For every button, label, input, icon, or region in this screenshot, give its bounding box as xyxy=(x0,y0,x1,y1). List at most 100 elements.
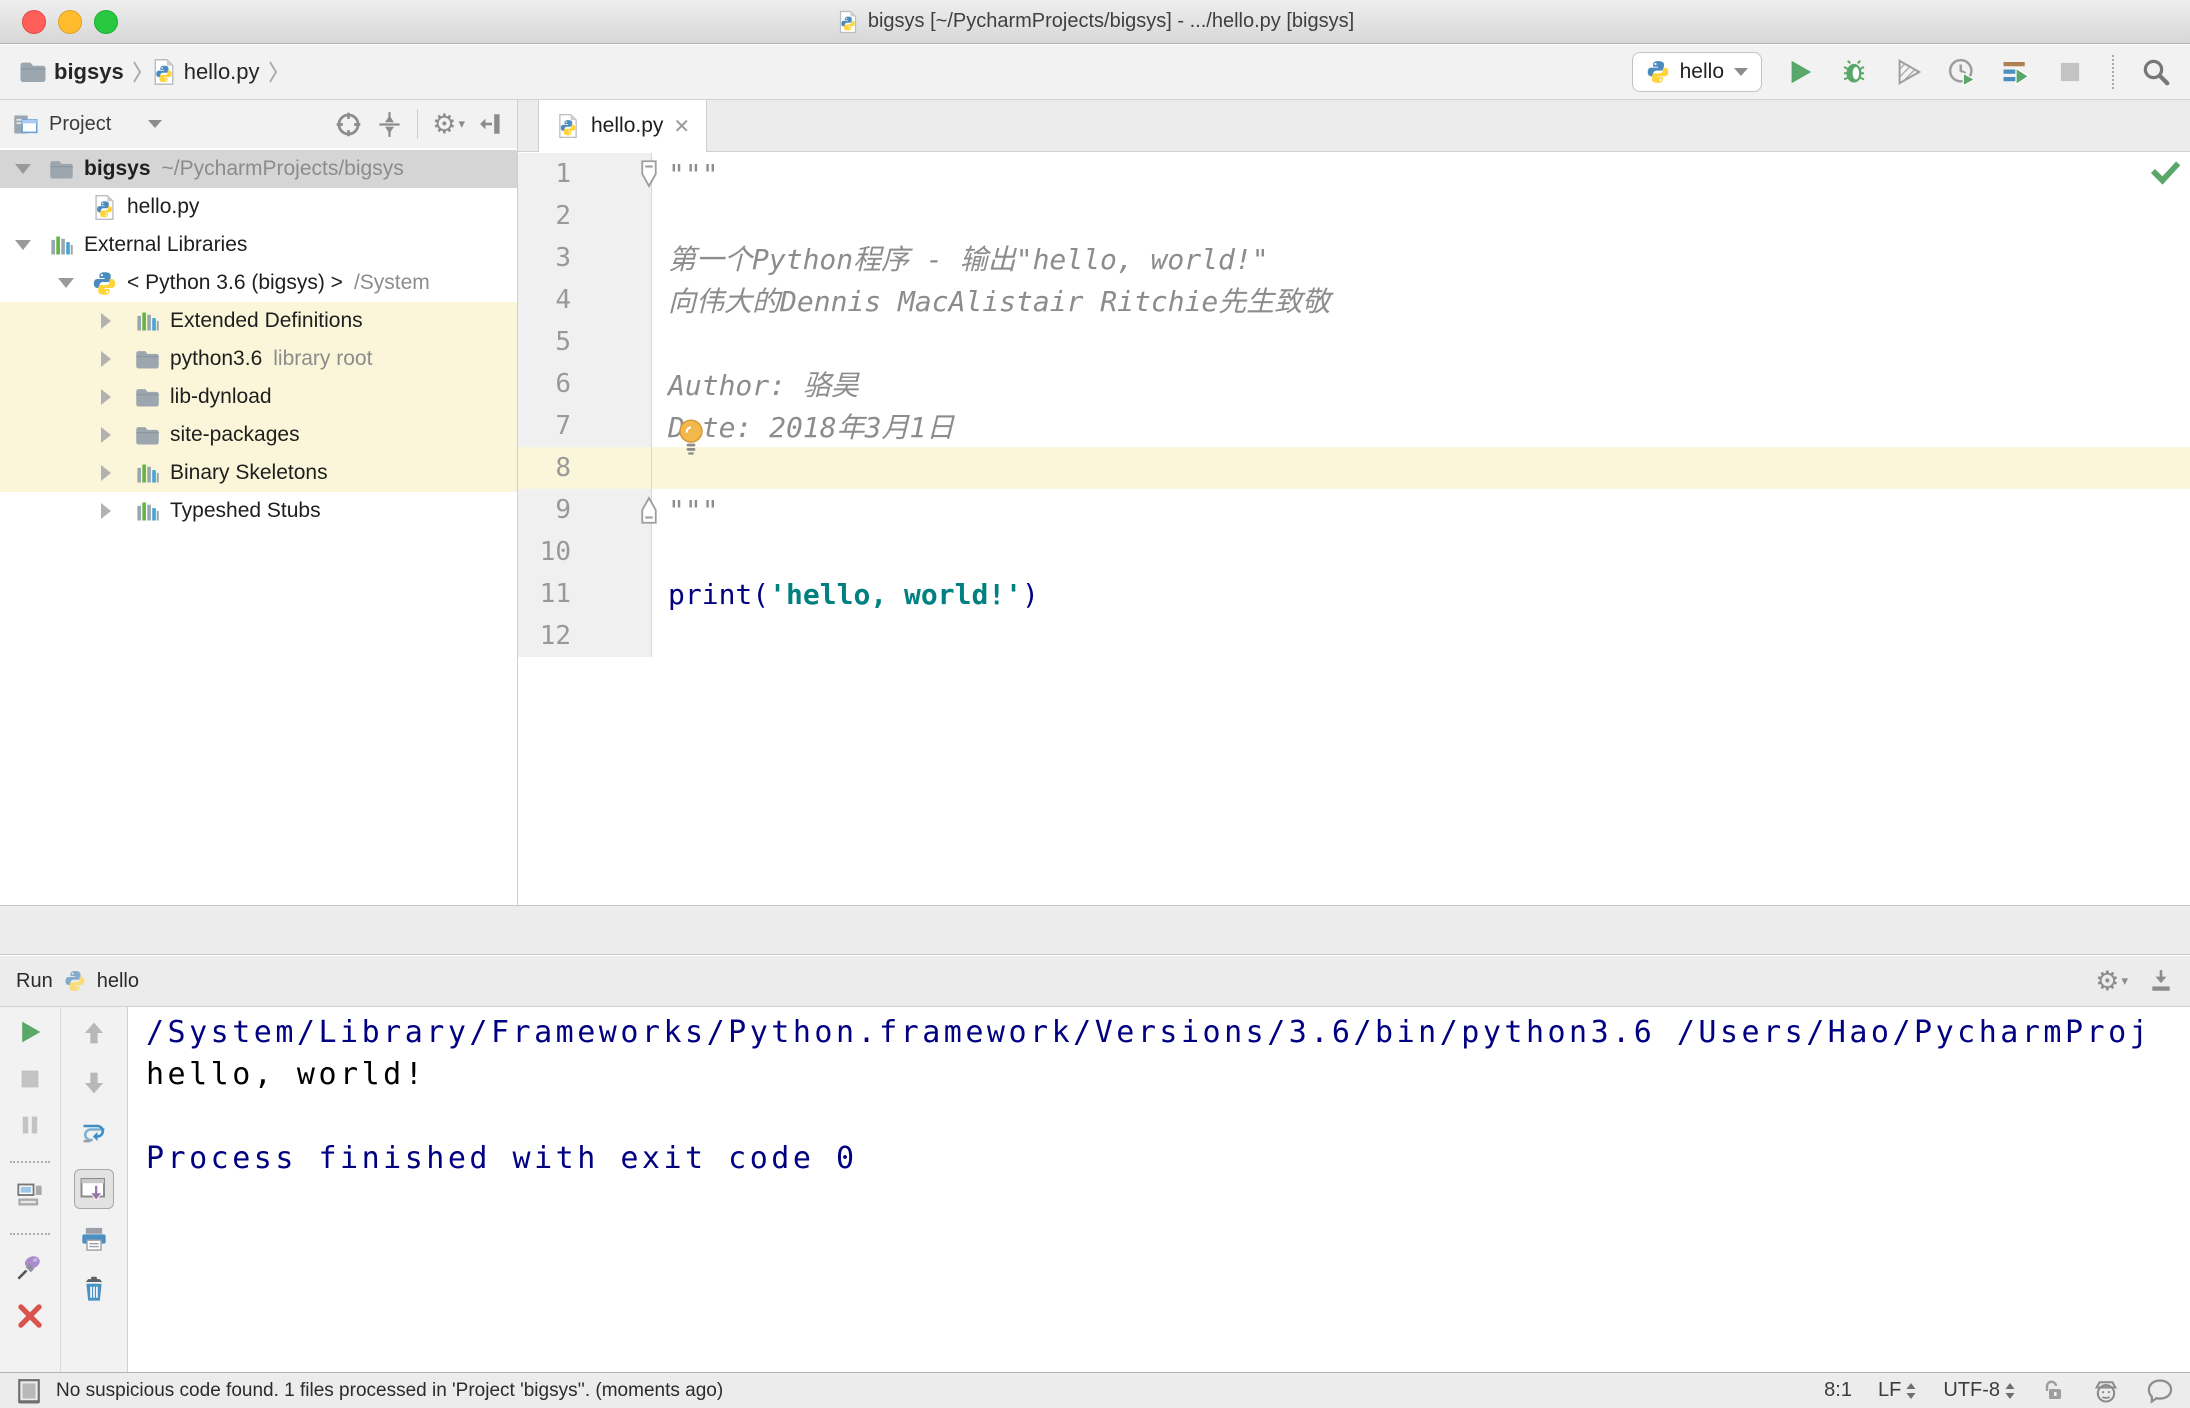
pin-tab-icon[interactable] xyxy=(16,1253,44,1281)
code-line-8[interactable]: 8 xyxy=(518,447,2190,489)
locate-icon[interactable] xyxy=(335,111,362,138)
collapsed-arrow-icon[interactable] xyxy=(91,427,134,443)
code-line-7[interactable]: 7 Date: 2018年3月1日 xyxy=(518,405,2190,447)
run-panel-title[interactable]: Run xyxy=(16,970,53,993)
fold-region-end-icon[interactable] xyxy=(638,495,660,525)
line-number[interactable]: 5 xyxy=(518,321,652,363)
run-console[interactable]: /System/Library/Frameworks/Python.framew… xyxy=(128,1007,2190,1372)
clear-all-icon[interactable] xyxy=(80,1275,108,1303)
tab-hello-py[interactable]: hello.py ✕ xyxy=(538,100,708,152)
fold-region-start-icon[interactable] xyxy=(638,159,660,189)
expanded-arrow-icon[interactable] xyxy=(5,240,48,250)
run-toolbar-left: >> xyxy=(0,1007,60,1372)
tree-item-site-packages[interactable]: site-packages xyxy=(0,416,517,454)
breadcrumb-project[interactable]: bigsys xyxy=(54,59,124,85)
tree-item-python3-6[interactable]: python3.6 library root xyxy=(0,340,517,378)
soft-wrap-icon[interactable] xyxy=(80,1119,108,1147)
expanded-arrow-icon[interactable] xyxy=(48,278,91,288)
caret-position[interactable]: 8:1 xyxy=(1824,1379,1852,1402)
feedback-bubble-icon[interactable] xyxy=(2146,1377,2174,1405)
zoom-window-button[interactable] xyxy=(94,10,118,34)
search-everywhere-icon[interactable] xyxy=(2140,56,2172,88)
collapsed-arrow-icon[interactable] xyxy=(91,389,134,405)
expanded-arrow-icon[interactable] xyxy=(5,164,48,174)
concurrency-diagram-icon[interactable] xyxy=(2000,56,2032,88)
tree-item-bigsys[interactable]: bigsys ~/PycharmProjects/bigsys xyxy=(0,150,517,188)
folder-icon xyxy=(134,346,161,373)
line-separator-selector[interactable]: LF xyxy=(1878,1379,1917,1402)
collapsed-arrow-icon[interactable] xyxy=(91,465,134,481)
python-icon xyxy=(91,270,118,297)
updown-arrows-icon xyxy=(1906,1382,1916,1399)
code-line-3[interactable]: 3 第一个Python程序 - 输出"hello, world!" xyxy=(518,237,2190,279)
inspections-ok-icon[interactable] xyxy=(2150,158,2180,188)
line-number[interactable]: 4 xyxy=(518,279,652,321)
line-number[interactable]: 11 xyxy=(518,573,652,615)
collapsed-arrow-icon[interactable] xyxy=(91,351,134,367)
settings-gear-icon[interactable]: ⚙ ▾ xyxy=(432,110,465,138)
down-stack-trace-icon xyxy=(80,1069,108,1097)
more-options[interactable]: >> xyxy=(15,1365,45,1372)
code-line-4[interactable]: 4 向伟大的Dennis MacAlistair Ritchie先生致敬 xyxy=(518,279,2190,321)
line-number[interactable]: 3 xyxy=(518,237,652,279)
code-line-12[interactable]: 12 xyxy=(518,615,2190,657)
line-number[interactable]: 10 xyxy=(518,531,652,573)
close-window-button[interactable] xyxy=(22,10,46,34)
collapsed-arrow-icon[interactable] xyxy=(91,503,134,519)
rerun-icon[interactable] xyxy=(16,1019,44,1045)
tree-item-hello-py[interactable]: hello.py xyxy=(0,188,517,226)
run-configuration-select[interactable]: hello xyxy=(1631,52,1762,92)
collapsed-arrow-icon[interactable] xyxy=(91,313,134,329)
breadcrumb: bigsys hello.py xyxy=(18,57,280,87)
run-tab-config-name[interactable]: hello xyxy=(97,970,139,993)
line-number[interactable]: 8 xyxy=(518,447,652,489)
code-line-1[interactable]: 1 """ xyxy=(518,153,2190,195)
close-icon[interactable] xyxy=(16,1303,44,1329)
hide-panel-icon[interactable] xyxy=(479,111,505,137)
settings-gear-icon[interactable]: ⚙ ▾ xyxy=(2095,967,2128,995)
code-line-10[interactable]: 10 xyxy=(518,531,2190,573)
code-line-9[interactable]: 9 """ xyxy=(518,489,2190,531)
hector-inspector-icon[interactable] xyxy=(2092,1377,2120,1405)
line-number[interactable]: 2 xyxy=(518,195,652,237)
editor-run-splitter[interactable] xyxy=(0,905,2190,955)
tree-item-typeshed-stubs[interactable]: Typeshed Stubs xyxy=(0,492,517,530)
profiler-button[interactable] xyxy=(1946,56,1978,88)
tree-item-extended-definitions[interactable]: Extended Definitions xyxy=(0,302,517,340)
tree-item-lib-dynload[interactable]: lib-dynload xyxy=(0,378,517,416)
project-panel-title[interactable]: Project xyxy=(49,113,111,136)
restore-layout-icon[interactable] xyxy=(16,1181,44,1209)
collapse-all-icon[interactable] xyxy=(376,111,403,138)
run-with-coverage-button[interactable] xyxy=(1892,56,1924,88)
tree-item-python-3-6-bigsys[interactable]: < Python 3.6 (bigsys) > /System xyxy=(0,264,517,302)
encoding-selector[interactable]: UTF-8 xyxy=(1943,1379,2016,1402)
up-stack-trace-icon xyxy=(80,1019,108,1047)
line-number[interactable]: 6 xyxy=(518,363,652,405)
line-number[interactable]: 12 xyxy=(518,615,652,657)
scroll-to-end-button[interactable] xyxy=(74,1169,114,1209)
code-line-5[interactable]: 5 xyxy=(518,321,2190,363)
debug-button[interactable] xyxy=(1838,56,1870,88)
code-editor[interactable]: 1 """ 2 3 第一个Python程序 - 输出"hello, world!" 4 向伟… xyxy=(518,152,2190,905)
tree-item-external-libraries[interactable]: External Libraries xyxy=(0,226,517,264)
intention-bulb-icon[interactable] xyxy=(676,418,706,456)
lock-icon[interactable] xyxy=(2042,1379,2066,1403)
toolwindow-toggle-icon[interactable] xyxy=(16,1378,42,1404)
minimize-window-button[interactable] xyxy=(58,10,82,34)
line-number[interactable]: 1 xyxy=(518,153,652,195)
hide-panel-down-icon[interactable] xyxy=(2148,968,2174,994)
tree-item-binary-skeletons[interactable]: Binary Skeletons xyxy=(0,454,517,492)
updown-arrows-icon xyxy=(2005,1382,2015,1399)
breadcrumb-file[interactable]: hello.py xyxy=(184,59,260,85)
code-line-6[interactable]: 6 Author: 骆昊 xyxy=(518,363,2190,405)
console-line: /System/Library/Frameworks/Python.framew… xyxy=(146,1015,2152,1050)
code-line-2[interactable]: 2 xyxy=(518,195,2190,237)
line-number[interactable]: 9 xyxy=(518,489,652,531)
code-line-11[interactable]: 11 print('hello, world!') xyxy=(518,573,2190,615)
line-number[interactable]: 7 xyxy=(518,405,652,447)
chevron-down-icon[interactable] xyxy=(147,119,163,129)
project-icon xyxy=(12,111,39,138)
run-button[interactable] xyxy=(1784,56,1816,88)
close-tab-icon[interactable]: ✕ xyxy=(673,114,690,139)
print-icon[interactable] xyxy=(80,1225,108,1253)
